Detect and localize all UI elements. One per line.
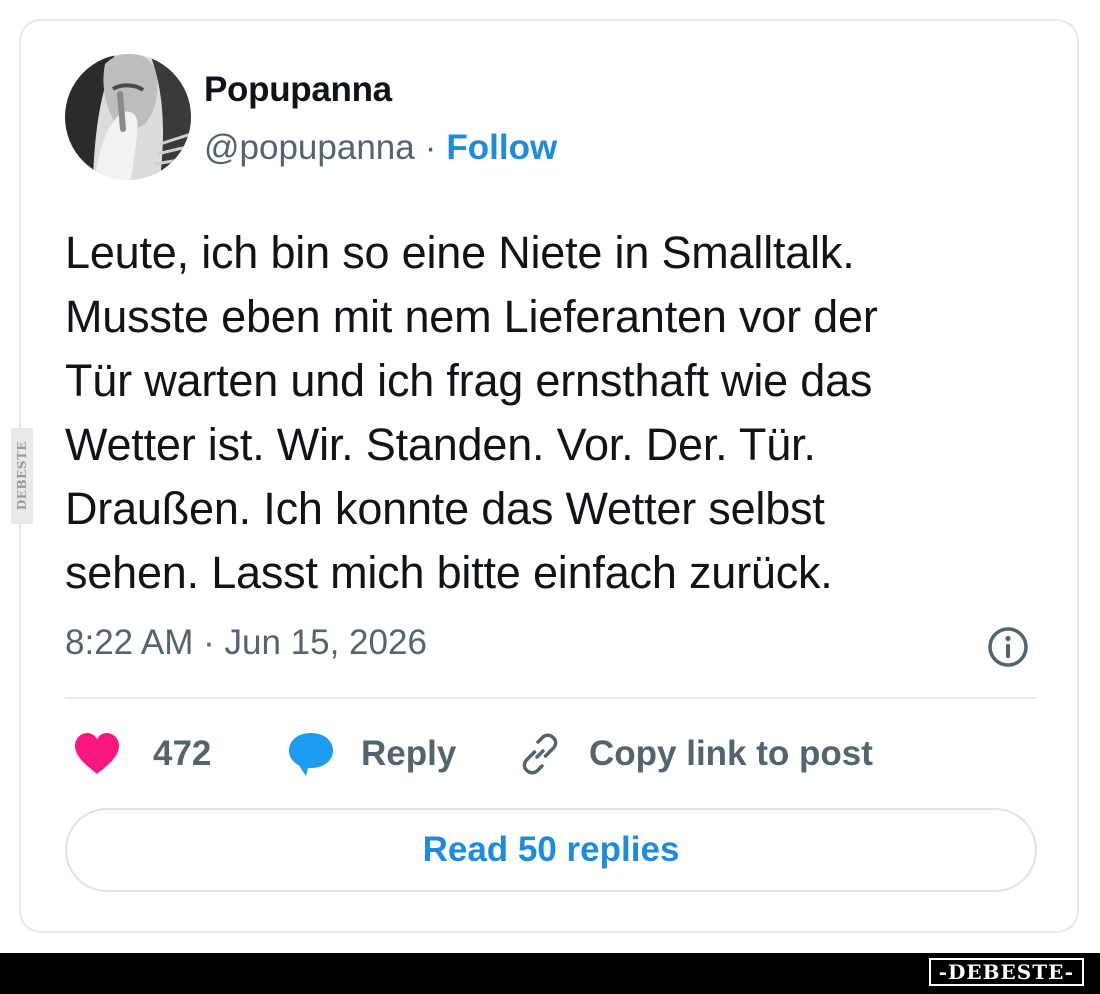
handle-row: @popupanna · Follow bbox=[204, 128, 557, 168]
divider bbox=[65, 697, 1037, 699]
tweet-timestamp[interactable]: 8:22 AM · Jun 15, 2026 bbox=[65, 623, 427, 663]
tweet-text-line: sehen. Lasst mich bitte einfach zurück. bbox=[65, 547, 833, 598]
tweet-text-line: Draußen. Ich konnte das Wetter selbst bbox=[65, 483, 825, 534]
tweet-text-line: Tür warten und ich frag ernsthaft wie da… bbox=[65, 355, 873, 406]
follow-button[interactable]: Follow bbox=[446, 128, 557, 168]
avatar[interactable] bbox=[65, 54, 191, 180]
like-count: 472 bbox=[153, 734, 212, 773]
tweet-text-line: Wetter ist. Wir. Standen. Vor. Der. Tür. bbox=[65, 419, 816, 470]
user-handle[interactable]: @popupanna bbox=[204, 128, 415, 168]
reply-button[interactable]: Reply bbox=[287, 724, 456, 784]
speech-bubble-icon bbox=[289, 733, 333, 776]
read-replies-button[interactable]: Read 50 replies bbox=[65, 808, 1037, 892]
info-icon[interactable] bbox=[986, 625, 1030, 669]
reply-label: Reply bbox=[361, 734, 457, 773]
heart-icon bbox=[75, 733, 119, 774]
link-icon bbox=[522, 733, 558, 775]
action-bar: 472 Reply Copy link to post bbox=[65, 724, 1037, 784]
side-watermark: DEBESTE bbox=[11, 428, 33, 524]
tweet-text: Leute, ich bin so eine Niete in Smalltal… bbox=[65, 221, 1055, 605]
handle-separator: · bbox=[424, 128, 437, 167]
tweet-card: Popupanna @popupanna · Follow Leute, ich… bbox=[19, 19, 1079, 933]
copy-link-button[interactable]: Copy link to post bbox=[517, 724, 873, 784]
side-watermark-text: DEBESTE bbox=[15, 441, 29, 511]
tweet-text-line: Musste eben mit nem Lieferanten vor der bbox=[65, 291, 878, 342]
like-button[interactable]: 472 bbox=[73, 724, 211, 784]
footer-watermark-logo: -DEBESTE- bbox=[928, 958, 1084, 986]
avatar-image bbox=[65, 54, 191, 180]
copy-link-label: Copy link to post bbox=[589, 734, 873, 773]
tweet-text-line: Leute, ich bin so eine Niete in Smalltal… bbox=[65, 227, 855, 278]
display-name[interactable]: Popupanna bbox=[204, 70, 392, 110]
footer-bar: -DEBESTE- bbox=[0, 953, 1100, 994]
